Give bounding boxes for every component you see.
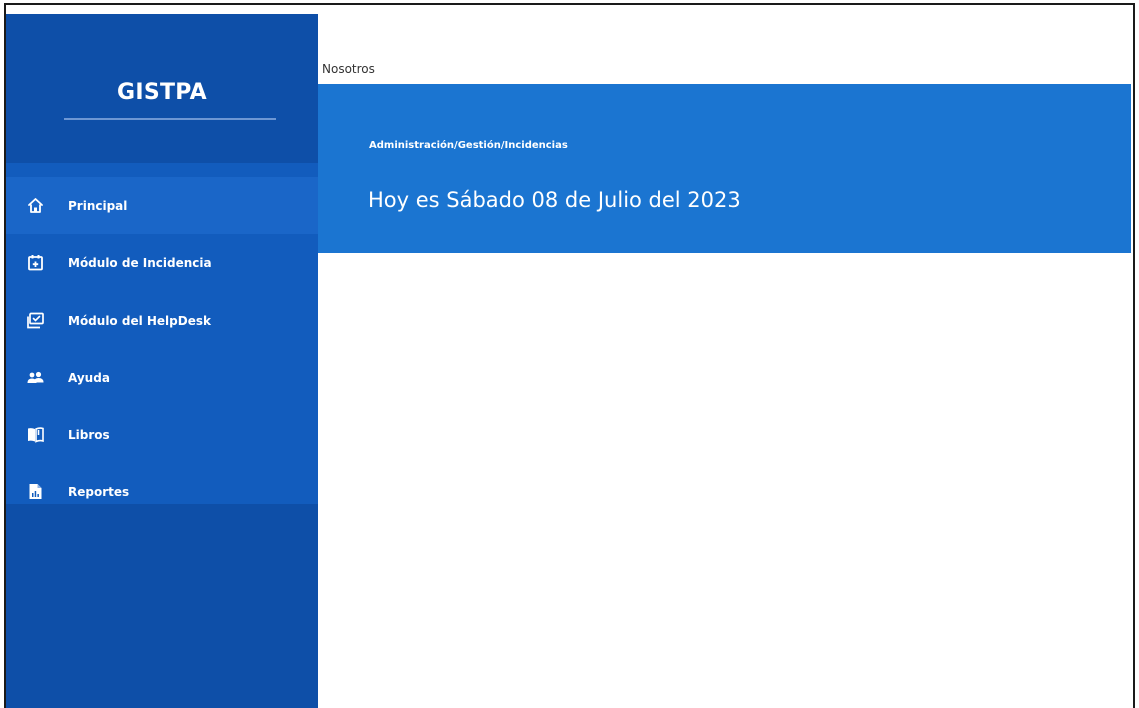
sidebar-item-label: Principal	[68, 198, 128, 213]
sidebar-item-reportes[interactable]: Reportes	[6, 463, 318, 520]
nosotros-link[interactable]: Nosotros	[322, 62, 375, 76]
brand-area: GISTPA	[6, 14, 318, 163]
sidebar-item-label: Módulo del HelpDesk	[68, 313, 211, 328]
books-icon	[27, 426, 44, 443]
header-banner: Administración/Gestión/Incidencias Hoy e…	[318, 84, 1131, 253]
brand-divider	[64, 118, 276, 120]
home-icon	[27, 197, 44, 214]
top-bar: Nosotros	[318, 5, 1131, 84]
sidebar-item-label: Reportes	[68, 484, 130, 499]
sidebar-item-modulo-helpdesk[interactable]: Módulo del HelpDesk	[6, 292, 318, 349]
sidebar-item-label: Módulo de Incidencia	[68, 255, 212, 270]
sidebar-item-label: Ayuda	[68, 370, 110, 385]
sidebar: GISTPA Principal Módulo de Incidencia Mó…	[6, 14, 318, 708]
sidebar-item-libros[interactable]: Libros	[6, 406, 318, 463]
sidebar-item-principal[interactable]: Principal	[6, 177, 318, 234]
sidebar-item-modulo-incidencia[interactable]: Módulo de Incidencia	[6, 234, 318, 291]
calendar-add-icon	[27, 254, 44, 271]
monitor-check-icon	[27, 312, 44, 329]
group-icon	[27, 369, 44, 386]
sidebar-item-ayuda[interactable]: Ayuda	[6, 349, 318, 406]
sidebar-nav: Principal Módulo de Incidencia Módulo de…	[6, 163, 318, 504]
breadcrumb: Administración/Gestión/Incidencias	[369, 140, 568, 151]
sidebar-item-label: Libros	[68, 427, 110, 442]
report-file-icon	[27, 483, 44, 500]
current-date-text: Hoy es Sábado 08 de Julio del 2023	[368, 188, 741, 212]
brand-title: GISTPA	[116, 80, 208, 105]
